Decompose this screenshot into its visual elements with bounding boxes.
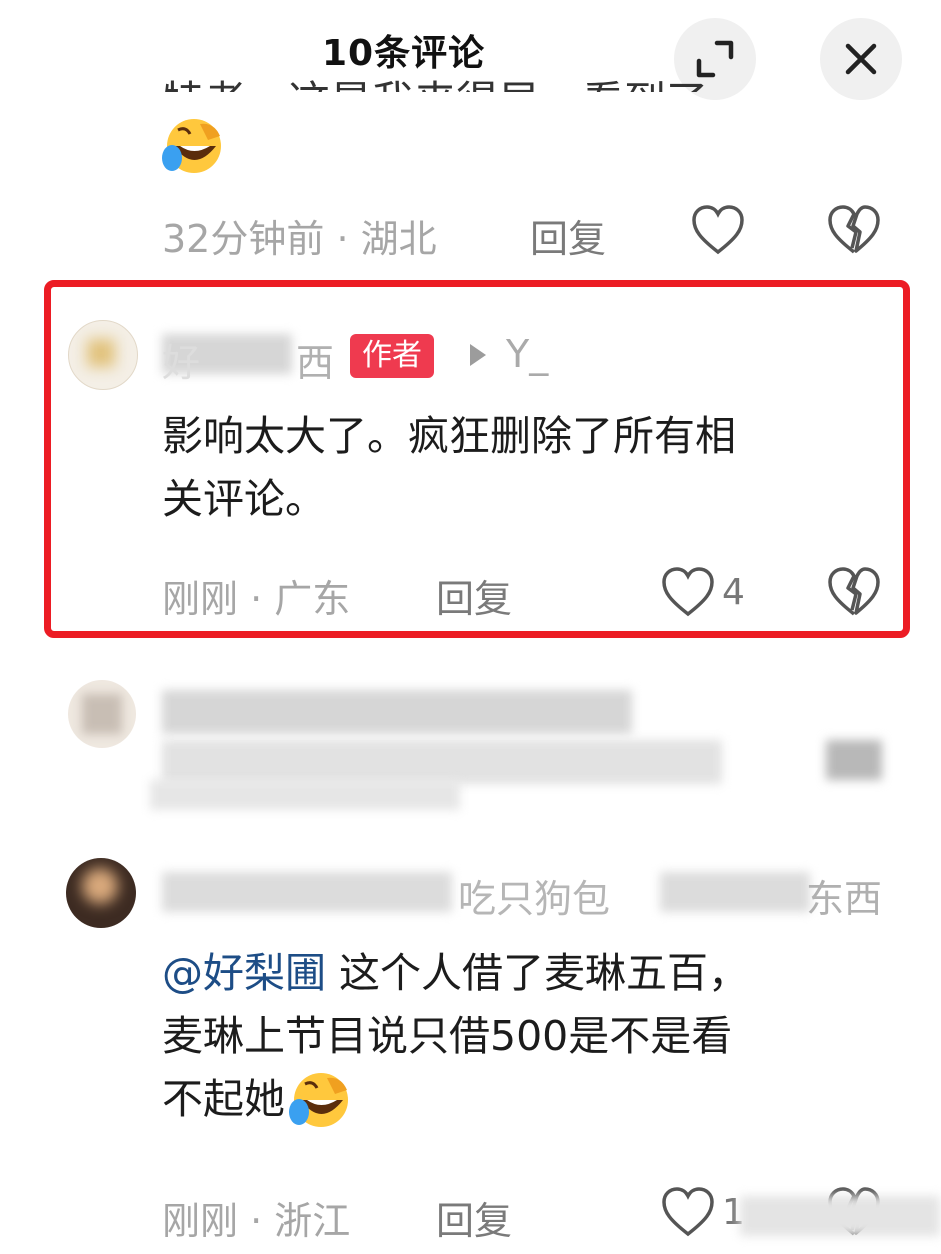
- avatar[interactable]: [66, 858, 136, 928]
- avatar-pixelated[interactable]: [68, 680, 136, 748]
- pixelated-username: [162, 690, 632, 734]
- comment-text: @好梨圃 这个人借了麦琳五百， 麦琳上节目说只借500是不是看 不起她: [162, 942, 902, 1131]
- username-visible[interactable]: 吃只狗包: [458, 868, 610, 923]
- reply-button[interactable]: 回复: [530, 208, 606, 263]
- reply-to-blurred: [660, 872, 810, 912]
- close-icon: [845, 43, 877, 75]
- comment-time: 刚刚 · 浙江: [162, 1199, 351, 1243]
- reply-to-username-tail[interactable]: 东西: [806, 868, 882, 923]
- username-blurred[interactable]: 好: [162, 334, 292, 385]
- reply-button[interactable]: 回复: [436, 1190, 512, 1245]
- like-count: 4: [722, 572, 745, 613]
- reply-arrow-icon: [470, 344, 486, 366]
- avatar[interactable]: [68, 320, 138, 390]
- like-heart-icon[interactable]: [690, 204, 746, 256]
- pixelated-icon: [826, 740, 882, 780]
- dislike-broken-heart-icon[interactable]: [826, 566, 882, 618]
- comment-time: 刚刚 · 广东: [162, 577, 351, 621]
- laugh-cry-emoji-icon: [162, 119, 221, 173]
- username-blurred: [162, 872, 452, 912]
- author-badge: 作者: [350, 334, 434, 378]
- laugh-cry-emoji-icon: [289, 1072, 348, 1127]
- username-tail: 西: [296, 341, 335, 385]
- previous-comment-text-partial: 特者，这是我来得早，看到了。: [162, 54, 842, 92]
- reply-to-username[interactable]: Y_: [506, 332, 548, 376]
- like-heart-icon[interactable]: [660, 1186, 716, 1238]
- reply-button[interactable]: 回复: [436, 568, 512, 623]
- comment-text: 影响太大了。疯狂删除了所有相 关评论。: [162, 412, 736, 523]
- pixelated-comment-text: [150, 780, 460, 810]
- comment-time: 32分钟前 · 湖北: [162, 217, 437, 261]
- watermark-blurred: [740, 1196, 940, 1236]
- dislike-broken-heart-icon[interactable]: [826, 204, 882, 256]
- mention-link[interactable]: @好梨圃: [162, 949, 326, 997]
- pixelated-comment-text: [162, 740, 722, 784]
- like-heart-icon[interactable]: [660, 566, 716, 618]
